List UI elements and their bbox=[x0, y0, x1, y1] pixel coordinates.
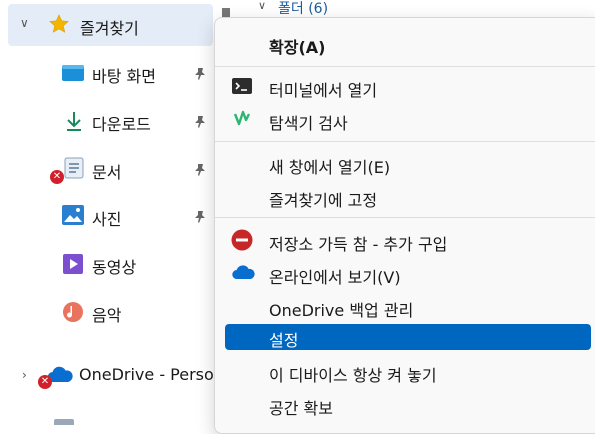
nav-item-music[interactable]: 음악 bbox=[0, 295, 215, 331]
menu-item-explorer-scan[interactable]: 탐색기 검사 bbox=[225, 104, 591, 134]
navigation-pane: ∨ 즐겨찾기 바탕 화면 다운로드 ✕ 문서 사진 동영상 음악 › ✕ One… bbox=[0, 0, 222, 425]
storage-full-icon bbox=[231, 229, 253, 251]
menu-item-label: 저장소 가득 참 - 추가 구입 bbox=[269, 235, 448, 254]
menu-item-label: 공간 확보 bbox=[269, 399, 333, 418]
star-icon bbox=[48, 13, 70, 35]
menu-item-always-keep[interactable]: 이 디바이스 항상 켜 놓기 bbox=[225, 356, 591, 386]
group-title: 폴더 (6) bbox=[278, 1, 329, 17]
menu-item-free-up-space[interactable]: 공간 확보 bbox=[225, 389, 591, 419]
desktop-icon bbox=[62, 64, 84, 82]
menu-item-label: 탐색기 검사 bbox=[269, 114, 348, 133]
pin-icon bbox=[193, 66, 207, 80]
nav-partial-item-icon bbox=[54, 419, 74, 425]
scan-icon bbox=[231, 108, 253, 130]
menu-separator bbox=[215, 141, 595, 142]
sync-error-icon: ✕ bbox=[38, 375, 52, 389]
chevron-right-icon[interactable]: › bbox=[22, 368, 27, 382]
menu-separator bbox=[215, 66, 595, 67]
menu-item-settings[interactable]: 설정 bbox=[225, 324, 591, 350]
music-icon bbox=[62, 301, 84, 323]
nav-item-downloads[interactable]: 다운로드 bbox=[0, 104, 215, 140]
favorites-label: 즐겨찾기 bbox=[80, 19, 139, 38]
pin-icon bbox=[193, 162, 207, 176]
nav-item-onedrive[interactable]: › ✕ OneDrive - Perso bbox=[0, 357, 215, 393]
nav-favorites[interactable]: ∨ 즐겨찾기 bbox=[8, 4, 213, 46]
menu-item-expand[interactable]: 확장(A) bbox=[225, 28, 591, 58]
menu-item-label: 터미널에서 열기 bbox=[269, 81, 378, 100]
nav-item-videos[interactable]: 동영상 bbox=[0, 247, 215, 283]
menu-item-label: 즐겨찾기에 고정 bbox=[269, 191, 378, 210]
menu-item-label: 확장(A) bbox=[269, 38, 326, 57]
nav-label: OneDrive - Perso bbox=[79, 365, 214, 384]
videos-icon bbox=[62, 253, 84, 275]
menu-item-open-new-window[interactable]: 새 창에서 열기(E) bbox=[225, 148, 591, 178]
nav-item-pictures[interactable]: 사진 bbox=[0, 199, 215, 235]
terminal-icon bbox=[231, 75, 253, 97]
download-icon bbox=[64, 110, 84, 132]
context-menu: 확장(A) 터미널에서 열기 탐색기 검사 새 창에서 열기(E) 즐겨찾기에 … bbox=[214, 17, 595, 434]
menu-item-storage-full[interactable]: 저장소 가득 참 - 추가 구입 bbox=[225, 225, 591, 255]
menu-item-label: 설정 bbox=[269, 331, 299, 350]
nav-label: 문서 bbox=[92, 163, 122, 182]
menu-item-label: 이 디바이스 항상 켜 놓기 bbox=[269, 366, 437, 385]
nav-item-documents[interactable]: ✕ 문서 bbox=[0, 152, 215, 188]
menu-item-pin-favorites[interactable]: 즐겨찾기에 고정 bbox=[225, 181, 591, 211]
nav-label: 바탕 화면 bbox=[92, 67, 156, 86]
chevron-down-icon[interactable]: ∨ bbox=[258, 0, 266, 12]
menu-item-label: 새 창에서 열기(E) bbox=[269, 158, 391, 177]
menu-item-label: OneDrive 백업 관리 bbox=[269, 301, 414, 320]
nav-label: 음악 bbox=[92, 306, 122, 325]
nav-label: 동영상 bbox=[92, 258, 137, 277]
nav-label: 사진 bbox=[92, 210, 122, 229]
document-icon bbox=[64, 157, 84, 179]
menu-item-view-online[interactable]: 온라인에서 보기(V) bbox=[225, 258, 591, 288]
sync-error-icon: ✕ bbox=[50, 170, 64, 184]
pin-icon bbox=[193, 209, 207, 223]
menu-item-open-terminal[interactable]: 터미널에서 열기 bbox=[225, 71, 591, 101]
nav-label: 다운로드 bbox=[92, 115, 151, 134]
pictures-icon bbox=[62, 205, 84, 225]
chevron-down-icon[interactable]: ∨ bbox=[20, 16, 29, 30]
pin-icon bbox=[193, 114, 207, 128]
onedrive-cloud-icon bbox=[231, 262, 255, 284]
menu-item-label: 온라인에서 보기(V) bbox=[269, 268, 401, 287]
nav-item-desktop[interactable]: 바탕 화면 bbox=[0, 56, 215, 92]
menu-item-onedrive-backup[interactable]: OneDrive 백업 관리 bbox=[225, 291, 591, 321]
menu-separator bbox=[215, 217, 595, 218]
